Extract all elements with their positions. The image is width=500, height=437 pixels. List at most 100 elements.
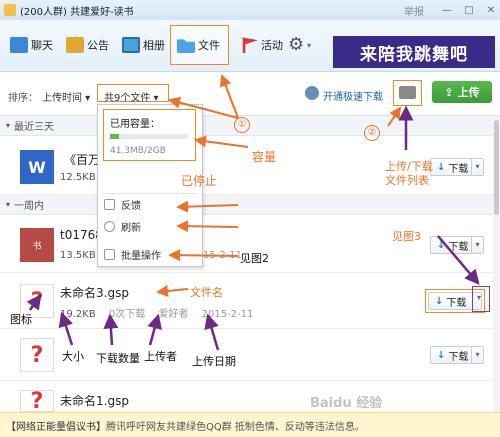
- section-recent[interactable]: ▾ 最近三天: [0, 116, 500, 136]
- unknown-file-icon: ?: [20, 338, 54, 372]
- download-label: 下载: [448, 163, 469, 175]
- annotation-filename: 文件名: [190, 286, 223, 299]
- tab-notice-label: 公告: [87, 39, 109, 52]
- fast-download-link[interactable]: 开通极速下载: [323, 88, 383, 103]
- tab-album[interactable]: 相册: [122, 34, 165, 56]
- capacity-progress-bar: [110, 134, 188, 139]
- callout-number-2: ②: [364, 125, 380, 141]
- chevron-down-icon[interactable]: ▾: [471, 159, 483, 175]
- download-count: 0次下载: [108, 309, 146, 320]
- upload-button[interactable]: ⇪ 上传: [432, 81, 492, 103]
- file-name[interactable]: 未命名3.gsp: [60, 284, 129, 301]
- arrow-to-download-count: [103, 313, 119, 346]
- menu-divider: [102, 193, 198, 194]
- annotation-upload-list-2: 文件列表: [385, 174, 429, 187]
- notice-bar: 【网络正能量倡议书】 腾讯呼吁网友共建绿色QQ群 抵制色情、反动等违法信息。: [0, 412, 500, 437]
- annotation-capacity: 容量: [252, 150, 277, 164]
- window-title: (200人群) 共建爱好-读书: [20, 6, 134, 18]
- arrow-to-capacity: [194, 135, 249, 148]
- download-button[interactable]: ↓ 下载 ▾: [430, 158, 484, 176]
- word-doc-icon: W: [20, 150, 54, 184]
- chevron-down-icon[interactable]: ▾: [477, 293, 481, 302]
- sort-bar: 排序： 上传时间 ▾: [0, 72, 500, 116]
- tab-activity-label: 活动: [261, 39, 283, 52]
- upload-arrow-icon: ⇪: [444, 85, 454, 99]
- refresh-icon: [104, 221, 115, 232]
- notice-prefix[interactable]: 【网络正能量倡议书】: [6, 418, 106, 433]
- more-tools-button[interactable]: ⚙ ▾: [288, 34, 311, 56]
- menu-item-feedback[interactable]: 反馈: [104, 197, 141, 212]
- transfer-list-icon[interactable]: [399, 86, 416, 99]
- tab-files[interactable]: 文件: [177, 34, 220, 56]
- tab-notice[interactable]: 公告: [66, 34, 109, 56]
- capacity-value: 41.3MB/2GB: [110, 146, 166, 156]
- arrow-to-filename: [156, 285, 189, 297]
- title-bar: (200人群) 共建爱好-读书 举报 — □ ✕: [0, 0, 500, 20]
- minimize-icon[interactable]: —: [442, 5, 452, 16]
- feedback-icon: [104, 199, 115, 210]
- file-size: 13.5KB: [60, 250, 96, 261]
- section-week-label: 一周内: [14, 201, 45, 212]
- download-arrow-icon: ↓: [435, 295, 444, 307]
- download-button[interactable]: ↓ 下载 ▾: [430, 346, 484, 364]
- uploader-name[interactable]: 爱好者: [158, 309, 188, 320]
- notice-text: 腾讯呼吁网友共建绿色QQ群 抵制色情、反动等违法信息。: [106, 421, 365, 433]
- download-button[interactable]: ↓ 下载 ▾: [430, 236, 484, 254]
- chevron-down-icon[interactable]: ▾: [471, 347, 483, 363]
- close-icon[interactable]: ✕: [486, 5, 496, 16]
- flag-icon: [240, 37, 258, 53]
- upload-date: 2015-2-11: [201, 309, 254, 320]
- chat-icon: [10, 37, 28, 53]
- annotation-see-fig3: 见图3: [392, 230, 421, 243]
- window-controls: 举报 — □ ✕: [404, 3, 496, 18]
- fast-download-icon: [305, 86, 319, 100]
- row-divider: [0, 380, 500, 381]
- menu-item-label: 刷新: [121, 223, 141, 234]
- batch-icon: [104, 249, 115, 260]
- file-meta: 19.2KB 0次下载 爱好者 2015-2-11: [60, 305, 263, 320]
- sort-dropdown[interactable]: 上传时间 ▾: [42, 89, 90, 104]
- unknown-file-icon: ?: [20, 390, 54, 412]
- download-label: 下载: [448, 351, 469, 363]
- capacity-progress-fill: [110, 134, 119, 139]
- chevron-down-icon: ▾: [307, 40, 312, 50]
- arrow-to-uploader: [147, 313, 162, 346]
- folder-icon: [177, 39, 195, 53]
- section-week[interactable]: ▾ 一周内: [0, 195, 500, 215]
- row-divider: [0, 328, 500, 329]
- maximize-icon[interactable]: □: [464, 5, 474, 16]
- download-label: 下载: [446, 297, 467, 309]
- image-file-icon: 书: [20, 228, 54, 262]
- promo-banner[interactable]: 来陪我跳舞吧: [333, 36, 495, 68]
- download-arrow-icon: ↓: [437, 239, 446, 251]
- notice-icon: [66, 37, 84, 53]
- download-label: 下载: [448, 241, 469, 253]
- annotation-uploader: 上传者: [144, 350, 177, 363]
- collapse-icon: ▾: [6, 200, 11, 209]
- annotation-icon: 图标: [10, 313, 32, 326]
- annotation-download-count: 下载数量: [96, 352, 140, 365]
- file-name[interactable]: 《百万: [64, 151, 100, 168]
- report-link[interactable]: 举报: [404, 3, 424, 18]
- menu-item-refresh[interactable]: 刷新: [104, 219, 141, 234]
- row-divider: [0, 272, 500, 273]
- tab-files-label: 文件: [198, 39, 220, 52]
- file-count-dropdown[interactable]: 共9个文件 ▾: [104, 89, 159, 104]
- tab-activity[interactable]: 活动: [240, 34, 283, 56]
- annotation-size: 大小: [62, 350, 84, 363]
- collapse-icon: ▾: [6, 121, 11, 130]
- section-recent-label: 最近三天: [14, 122, 55, 133]
- file-name[interactable]: 未命名1.gsp: [60, 392, 129, 409]
- scrollbar-thumb[interactable]: [494, 120, 499, 215]
- download-arrow-icon: ↓: [437, 349, 446, 361]
- tab-album-label: 相册: [143, 39, 165, 52]
- file-date: 15-2-11: [203, 250, 243, 261]
- annotation-upload-date: 上传日期: [192, 355, 236, 368]
- capacity-label: 已用容量：: [110, 119, 160, 130]
- group-avatar-icon: [4, 4, 16, 16]
- tab-chat[interactable]: 聊天: [10, 34, 53, 56]
- annotation-stopped: 已停止: [181, 174, 218, 188]
- menu-item-batch[interactable]: 批量操作: [104, 247, 161, 262]
- file-size: 19.2KB: [60, 309, 96, 320]
- chevron-down-icon[interactable]: ▾: [471, 237, 483, 253]
